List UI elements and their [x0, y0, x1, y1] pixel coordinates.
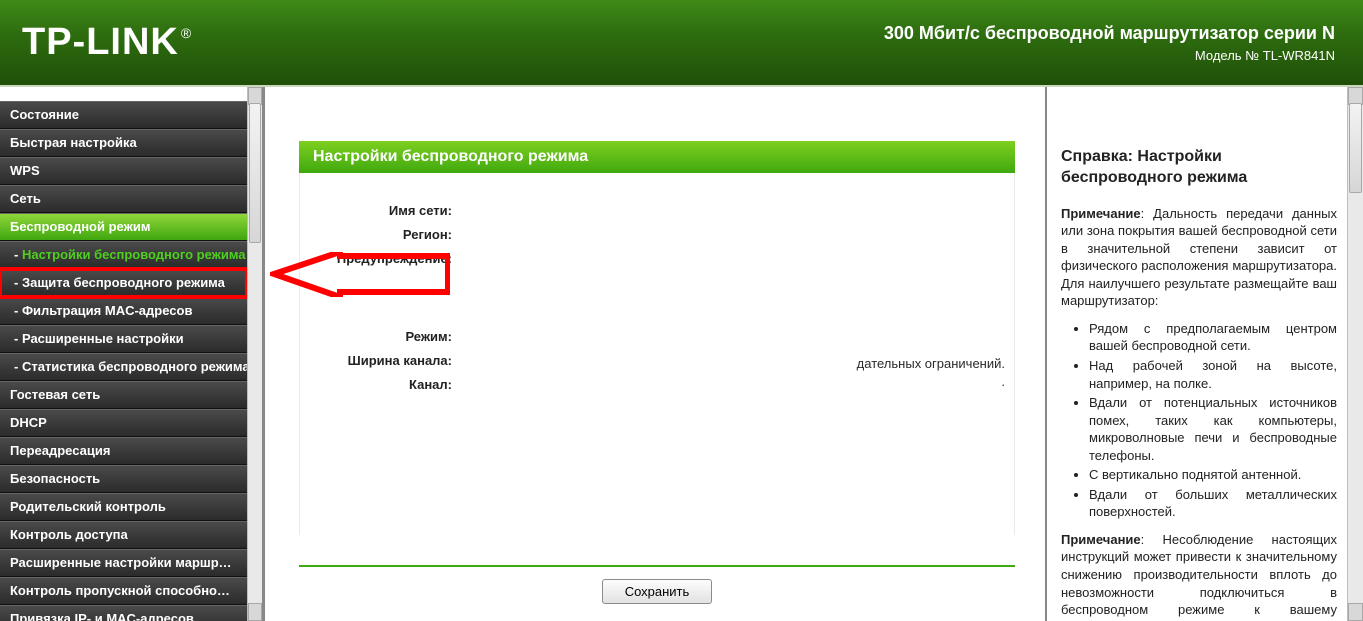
help-title: Справка: Настройки беспроводного режима: [1061, 147, 1337, 189]
help-container: Справка: Настройки беспроводного режима …: [1045, 87, 1363, 621]
value-ssid[interactable]: [458, 203, 996, 221]
product-title: 300 Мбит/с беспроводной маршрутизатор се…: [884, 23, 1335, 44]
sidebar-item-18[interactable]: Привязка IP- и MAC-адресов: [0, 605, 247, 621]
value-warning: [458, 251, 996, 269]
help-scrollbar[interactable]: [1347, 87, 1363, 621]
sidebar-item-3[interactable]: Сеть: [0, 185, 247, 213]
sidebar-item-1[interactable]: Быстрая настройка: [0, 129, 247, 157]
form-area: Имя сети: Регион: Предупреждение: Режим:…: [299, 173, 1015, 535]
content-pane: Настройки беспроводного режима Имя сети:…: [265, 87, 1045, 621]
help-li-4: С вертикально поднятой антенной.: [1089, 466, 1337, 484]
sidebar-subitem-9[interactable]: - Статистика беспроводного режима: [0, 353, 247, 381]
sidebar-item-15[interactable]: Контроль доступа: [0, 521, 247, 549]
divider: [299, 565, 1015, 567]
help-list: Рядом с предполагаемым центром вашей бес…: [1061, 320, 1337, 521]
product-model: Модель № TL-WR841N: [884, 48, 1335, 63]
sidebar-subitem-6[interactable]: - Защита беспроводного режима: [0, 269, 247, 297]
sidebar-nav[interactable]: СостояниеБыстрая настройкаWPSСетьБеспров…: [0, 87, 247, 621]
sidebar-item-12[interactable]: Переадресация: [0, 437, 247, 465]
main-layout: СостояниеБыстрая настройкаWPSСетьБеспров…: [0, 87, 1363, 621]
help-li-3: Вдали от потенциальных источников помех,…: [1089, 394, 1337, 464]
sidebar-subitem-8[interactable]: - Расширенные настройки: [0, 325, 247, 353]
sidebar-item-0[interactable]: Состояние: [0, 101, 247, 129]
warning-overflow-text: дательных ограничений. .: [857, 355, 1005, 391]
registered-icon: ®: [181, 25, 191, 41]
help-li-1: Рядом с предполагаемым центром вашей бес…: [1089, 320, 1337, 355]
sidebar-item-17[interactable]: Контроль пропускной способности: [0, 577, 247, 605]
sidebar-container: СостояниеБыстрая настройкаWPSСетьБеспров…: [0, 87, 265, 621]
label-region: Регион:: [318, 227, 458, 245]
page-title: Настройки беспроводного режима: [299, 141, 1015, 173]
header-info: 300 Мбит/с беспроводной маршрутизатор се…: [884, 23, 1335, 63]
save-row: Сохранить: [299, 579, 1015, 604]
label-channel-width: Ширина канала:: [318, 353, 458, 371]
sidebar-item-4[interactable]: Беспроводной режим: [0, 213, 247, 241]
help-note-1: Примечание: Дальность передачи данных ил…: [1061, 205, 1337, 310]
scrollbar-thumb[interactable]: [249, 103, 261, 243]
sidebar-item-16[interactable]: Расширенные настройки маршрутизации: [0, 549, 247, 577]
logo-text: TP-LINK: [22, 21, 179, 64]
sidebar-scrollbar[interactable]: [247, 87, 263, 621]
value-mode[interactable]: [458, 329, 996, 347]
scrollbar-thumb[interactable]: [1349, 103, 1362, 193]
sidebar-item-13[interactable]: Безопасность: [0, 465, 247, 493]
label-mode: Режим:: [318, 329, 458, 347]
sidebar-item-14[interactable]: Родительский контроль: [0, 493, 247, 521]
field-mode: Режим:: [318, 329, 996, 347]
help-li-2: Над рабочей зоной на высоте, например, н…: [1089, 357, 1337, 392]
app-header: TP-LINK ® 300 Мбит/с беспроводной маршру…: [0, 0, 1363, 87]
label-ssid: Имя сети:: [318, 203, 458, 221]
sidebar-item-11[interactable]: DHCP: [0, 409, 247, 437]
brand-logo: TP-LINK ®: [22, 21, 191, 64]
field-ssid: Имя сети:: [318, 203, 996, 221]
sidebar-subitem-7[interactable]: - Фильтрация MAC-адресов: [0, 297, 247, 325]
sidebar-item-10[interactable]: Гостевая сеть: [0, 381, 247, 409]
sidebar-item-2[interactable]: WPS: [0, 157, 247, 185]
field-warning: Предупреждение:: [318, 251, 996, 269]
label-channel: Канал:: [318, 377, 458, 395]
help-li-5: Вдали от больших металлических поверхнос…: [1089, 486, 1337, 521]
save-button[interactable]: Сохранить: [602, 579, 713, 604]
label-warning: Предупреждение:: [318, 251, 458, 269]
sidebar-subitem-5[interactable]: - Настройки беспроводного режима: [0, 241, 247, 269]
value-region[interactable]: [458, 227, 996, 245]
help-pane: Справка: Настройки беспроводного режима …: [1047, 87, 1347, 621]
help-note-2: Примечание: Несоблюдение настоящих инстр…: [1061, 531, 1337, 621]
field-region: Регион:: [318, 227, 996, 245]
